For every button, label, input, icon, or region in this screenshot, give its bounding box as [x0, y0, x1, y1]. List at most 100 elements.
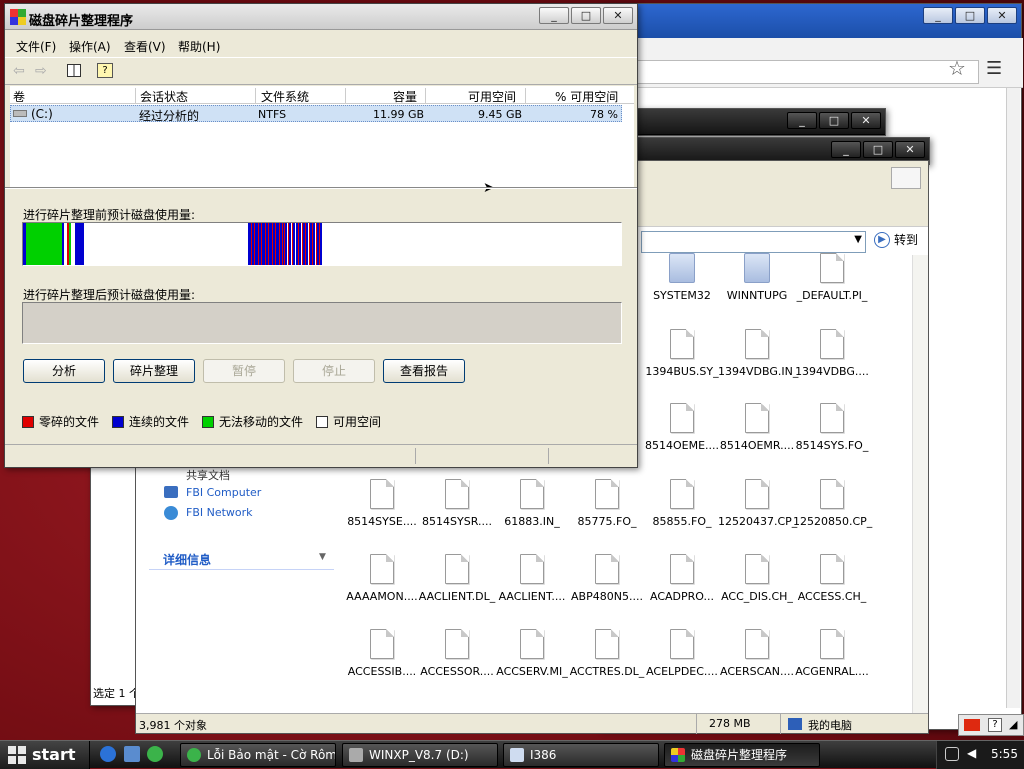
file-item[interactable]: 8514SYSR....	[418, 479, 496, 528]
file-item[interactable]: 8514SYSE....	[343, 479, 421, 528]
maximize-button[interactable]: □	[863, 141, 893, 158]
help-icon[interactable]: ?	[97, 63, 113, 78]
sidebar-item-shared[interactable]: 共享文档	[186, 467, 230, 483]
ie-icon[interactable]	[100, 746, 116, 762]
file-item[interactable]: 8514SYS.FO_	[793, 403, 871, 452]
address-dropdown[interactable]: ▼	[641, 231, 866, 253]
file-item[interactable]: _DEFAULT.PI_	[793, 253, 871, 302]
file-icon	[820, 479, 844, 509]
view-report-button[interactable]: 查看报告	[383, 359, 465, 383]
browser-scrollbar[interactable]	[1006, 88, 1020, 708]
file-item[interactable]: 1394VDBG....	[793, 329, 871, 378]
details-panel-header[interactable]: 详细信息 ▼	[149, 540, 334, 570]
file-name: ACERSCAN....	[719, 665, 794, 678]
file-name: _DEFAULT.PI_	[796, 289, 868, 302]
speaker-icon[interactable]: ◀	[967, 746, 976, 760]
column-free-space[interactable]: 可用空间	[468, 88, 516, 105]
file-item[interactable]: ACCESSIB....	[343, 629, 421, 678]
file-item[interactable]: AACLIENT....	[493, 554, 571, 603]
close-button[interactable]: ✕	[987, 7, 1017, 24]
taskbar-item-folder[interactable]: I386	[503, 743, 659, 767]
file-item[interactable]: 12520437.CP_	[718, 479, 797, 528]
close-button[interactable]: ✕	[603, 7, 633, 24]
column-file-system[interactable]: 文件系统	[261, 88, 309, 105]
menu-help[interactable]: 帮助(H)	[178, 38, 220, 55]
taskbar-item-defrag[interactable]: 磁盘碎片整理程序	[664, 743, 820, 767]
menu-view[interactable]: 查看(V)	[124, 38, 166, 55]
maximize-button[interactable]: □	[955, 7, 985, 24]
file-name: 8514SYSR....	[422, 515, 492, 528]
language-bar-options-icon[interactable]: ◢	[1009, 718, 1017, 731]
explorer-scrollbar[interactable]	[912, 255, 928, 713]
column-session-status[interactable]: 会话状态	[140, 88, 188, 105]
file-name: ACC_DIS.CH_	[721, 590, 793, 603]
pane-splitter[interactable]	[5, 187, 637, 189]
camera-icon[interactable]	[945, 747, 959, 761]
maximize-button[interactable]: □	[571, 7, 601, 24]
file-item[interactable]: 85775.FO_	[568, 479, 646, 528]
menu-icon[interactable]: ☰	[986, 58, 1002, 79]
minimize-button[interactable]: _	[923, 7, 953, 24]
analyze-button[interactable]: 分析	[23, 359, 105, 383]
menu-file[interactable]: 文件(F)	[16, 38, 56, 55]
file-item[interactable]: ACELPDEC....	[643, 629, 721, 678]
maximize-button[interactable]: □	[819, 112, 849, 129]
pause-button[interactable]: 暂停	[203, 359, 285, 383]
sidebar-item-fbi-computer[interactable]: FBI Computer	[186, 486, 261, 499]
file-item[interactable]: ACC_DIS.CH_	[718, 554, 796, 603]
file-item[interactable]: ACERSCAN....	[718, 629, 796, 678]
file-item[interactable]: WINNTUPG	[718, 253, 796, 302]
file-item[interactable]: ACCTRES.DL_	[568, 629, 646, 678]
file-icon	[670, 403, 694, 433]
file-item[interactable]: 8514OEME....	[643, 403, 721, 452]
file-item[interactable]: ACGENRAL....	[793, 629, 871, 678]
address-bar[interactable]	[609, 60, 979, 84]
file-item[interactable]: AACLIENT.DL_	[418, 554, 496, 603]
file-item[interactable]: 8514OEMR....	[718, 403, 796, 452]
file-item[interactable]: 1394BUS.SY_	[643, 329, 721, 378]
bookmark-star-icon[interactable]: ☆	[948, 56, 966, 80]
close-button[interactable]: ✕	[895, 141, 925, 158]
taskbar-item-browser[interactable]: Lỗi Bảo mật - Cờ Rôm+	[180, 743, 336, 767]
file-name: SYSTEM32	[653, 289, 711, 302]
file-icon	[820, 253, 844, 283]
chevron-down-icon[interactable]: ▼	[319, 552, 326, 562]
column-volume[interactable]: 卷	[13, 88, 25, 105]
file-item[interactable]: 85855.FO_	[643, 479, 721, 528]
column-capacity[interactable]: 容量	[393, 88, 417, 105]
help-icon[interactable]: ?	[988, 718, 1002, 732]
file-item[interactable]: 1394VDBG.IN_	[718, 329, 798, 378]
chinese-flag-icon[interactable]	[964, 719, 980, 731]
minimize-button[interactable]: _	[539, 7, 569, 24]
volume-row[interactable]: (C:) 经过分析的 NTFS 11.99 GB 9.45 GB 78 %	[10, 105, 622, 123]
back-arrow-icon[interactable]: ⇦	[13, 63, 25, 79]
file-item[interactable]: ACCSERV.MI_	[493, 629, 571, 678]
go-button[interactable]: ▶ 转到	[874, 231, 918, 248]
file-item[interactable]: ABP480N5....	[568, 554, 646, 603]
close-button[interactable]: ✕	[851, 112, 881, 129]
file-item[interactable]: ACCESSOR....	[418, 629, 496, 678]
file-icon	[670, 479, 694, 509]
chevron-down-icon[interactable]: ▼	[854, 234, 862, 245]
forward-arrow-icon[interactable]: ⇨	[35, 63, 47, 79]
file-item[interactable]: 12520850.CP_	[793, 479, 872, 528]
file-icon	[670, 629, 694, 659]
column-free-percent[interactable]: % 可用空间	[555, 88, 618, 105]
sidebar-item-fbi-network[interactable]: FBI Network	[186, 506, 253, 519]
menu-action[interactable]: 操作(A)	[69, 38, 111, 55]
file-item[interactable]: ACADPRO...	[643, 554, 721, 603]
file-item[interactable]: SYSTEM32	[643, 253, 721, 302]
defragment-button[interactable]: 碎片整理	[113, 359, 195, 383]
show-desktop-icon[interactable]	[124, 746, 140, 762]
file-item[interactable]: ACCESS.CH_	[793, 554, 871, 603]
minimize-button[interactable]: _	[831, 141, 861, 158]
show-hide-console-icon[interactable]	[67, 64, 81, 77]
taskbar-item-drive[interactable]: WINXP_V8.7 (D:)	[342, 743, 498, 767]
file-item[interactable]: AAAAMON....	[343, 554, 421, 603]
start-button[interactable]: start	[0, 741, 90, 769]
stop-button[interactable]: 停止	[293, 359, 375, 383]
file-icon	[445, 479, 469, 509]
file-item[interactable]: 61883.IN_	[493, 479, 571, 528]
minimize-button[interactable]: _	[787, 112, 817, 129]
browser-quicklaunch-icon[interactable]	[147, 746, 163, 762]
